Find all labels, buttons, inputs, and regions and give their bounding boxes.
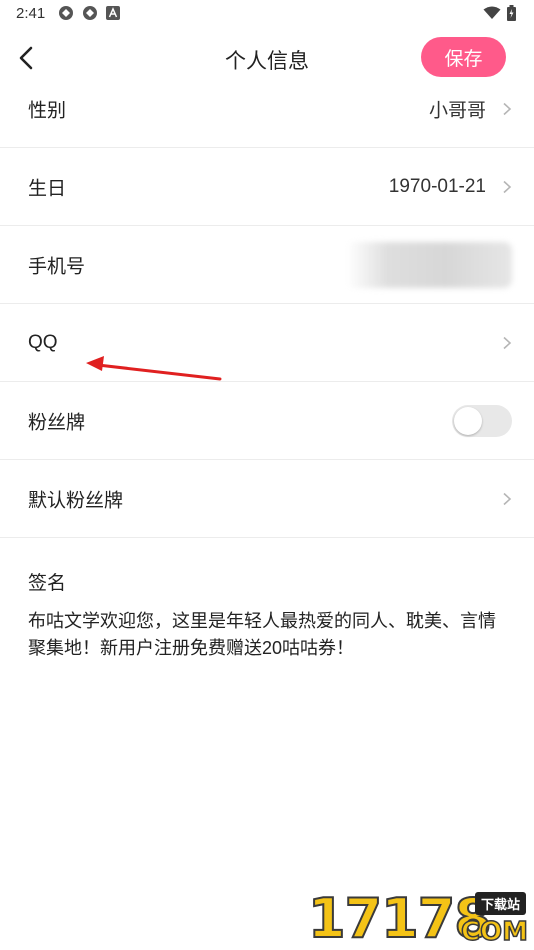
profile-list: 性别 小哥哥 生日 1970-01-21 手机号 QQ 粉丝牌 默认粉丝牌 <box>0 70 534 538</box>
row-label: 手机号 <box>28 256 86 277</box>
status-time: 2:41 <box>16 5 46 22</box>
chevron-right-icon <box>503 492 512 505</box>
battery-icon <box>507 5 516 21</box>
status-system-icons <box>483 5 516 21</box>
birthday-row[interactable]: 生日 1970-01-21 <box>0 148 534 226</box>
row-label: 默认粉丝牌 <box>28 490 124 511</box>
notification-icon <box>83 6 97 20</box>
row-label: 生日 <box>28 178 67 199</box>
notification-icon <box>59 6 73 20</box>
fan-badge-row: 粉丝牌 <box>0 382 534 460</box>
gender-row[interactable]: 性别 小哥哥 <box>0 70 534 148</box>
fan-badge-toggle[interactable] <box>452 404 512 437</box>
signature-label: 签名 <box>28 573 67 594</box>
phone-value-redacted <box>347 241 512 288</box>
status-notification-icons <box>58 5 120 21</box>
gender-value: 小哥哥 <box>428 100 486 121</box>
watermark-domain: COM <box>460 917 529 947</box>
default-fan-badge-row[interactable]: 默认粉丝牌 <box>0 460 534 538</box>
row-label: 粉丝牌 <box>28 412 86 433</box>
watermark-tag: 下载站 <box>474 892 526 915</box>
phone-row[interactable]: 手机号 <box>0 226 534 304</box>
watermark-digits: 17178 <box>307 887 493 950</box>
signature-text[interactable]: 布咕文学欢迎您，这里是年轻人最热爱的同人、耽美、言情聚集地！新用户注册免费赠送2… <box>28 608 498 662</box>
chevron-right-icon <box>503 336 512 349</box>
chevron-right-icon <box>503 102 512 115</box>
status-bar: 2:41 <box>0 0 534 28</box>
app-a-icon <box>106 6 120 20</box>
row-label: QQ <box>28 331 58 353</box>
birthday-value: 1970-01-21 <box>388 175 486 197</box>
qq-row[interactable]: QQ <box>0 304 534 382</box>
toggle-knob <box>454 406 482 435</box>
watermark-logo: 17178 下载站 COM <box>304 888 534 950</box>
row-label: 性别 <box>28 100 67 121</box>
wifi-icon <box>483 6 501 19</box>
chevron-right-icon <box>503 180 512 193</box>
